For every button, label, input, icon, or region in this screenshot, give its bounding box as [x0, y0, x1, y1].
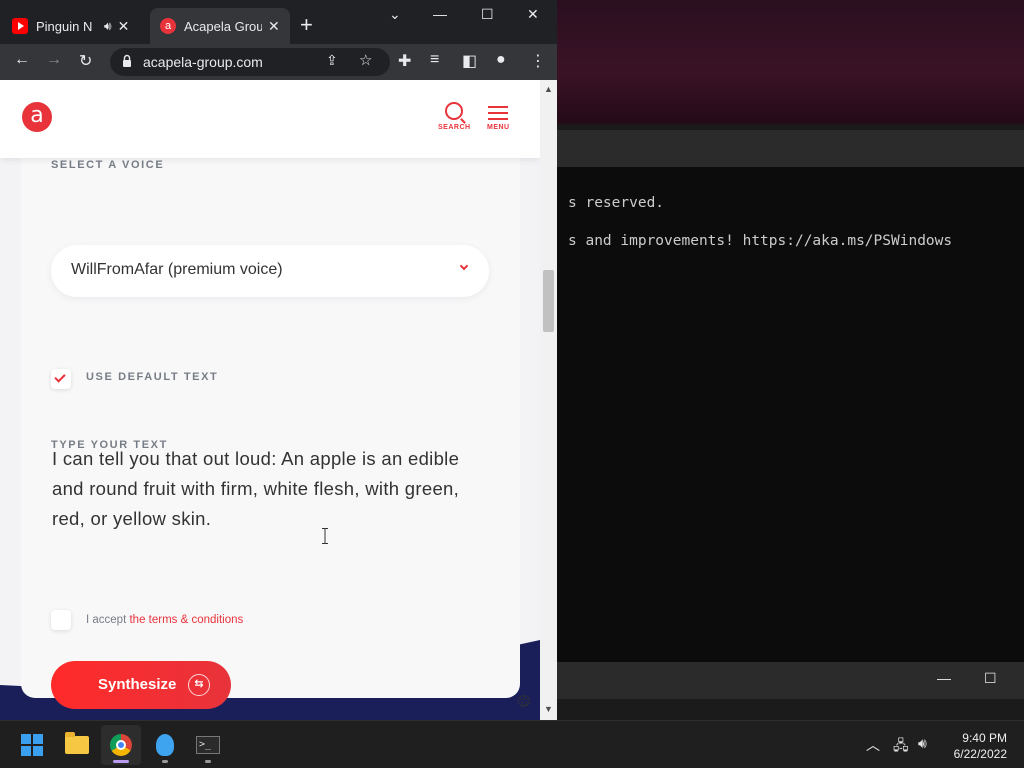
accept-terms-checkbox[interactable] [51, 610, 71, 630]
star-icon[interactable]: ☆ [359, 51, 372, 69]
tips-button[interactable] [145, 725, 185, 765]
forward-icon[interactable]: → [46, 51, 62, 69]
text-input[interactable]: I can tell you that out loud: An apple i… [52, 444, 472, 534]
clock[interactable]: 9:40 PM 6/22/2022 [945, 730, 1007, 762]
tab-youtube[interactable]: Pinguin N 🔊︎ ✕ [12, 8, 148, 44]
browser-window: Pinguin N 🔊︎ ✕ a Acapela Group ✕ + ⌄ — ☐… [0, 0, 557, 720]
file-explorer-button[interactable] [57, 725, 97, 765]
maximize-icon[interactable]: ☐ [481, 6, 494, 23]
hamburger-icon [487, 106, 510, 120]
tab-acapela[interactable]: a Acapela Group ✕ [150, 8, 290, 44]
tab-title: Acapela Group [184, 18, 262, 34]
chrome-icon [110, 734, 132, 756]
acapela-logo[interactable]: a [22, 102, 52, 132]
terminal-line: s and improvements! https://aka.ms/PSWin… [568, 233, 953, 249]
minimize-icon[interactable]: — [433, 6, 447, 22]
accept-prefix: I accept [86, 614, 127, 626]
search-label: SEARCH [438, 124, 471, 131]
lock-icon [123, 54, 131, 67]
tab-title: Pinguin N [36, 18, 93, 34]
check-icon [54, 371, 66, 383]
taskbar: >_ ︿ 🖧︎ 🔊︎ 9:40 PM 6/22/2022 [0, 720, 1024, 768]
voice-select[interactable]: WillFromAfar (premium voice) [51, 245, 489, 297]
synthesize-label: Synthesize [98, 676, 177, 693]
web-page: a SEARCH MENU SELECT A VOICE WillFromAfa… [0, 80, 540, 720]
page-scrollbar[interactable]: ▲ ▼ [540, 80, 557, 720]
terminal-button[interactable]: >_ [188, 725, 228, 765]
terminal-window[interactable]: s reserved. s and improvements! https://… [557, 167, 1024, 662]
site-header: a SEARCH MENU [0, 80, 540, 158]
menu-label: MENU [487, 124, 510, 131]
media-control-icon[interactable]: ≡ [430, 51, 439, 69]
speaker-icon[interactable]: 🔊︎ [104, 19, 112, 34]
active-indicator [113, 760, 129, 763]
running-indicator [162, 760, 168, 763]
terms-link[interactable]: the terms & conditions [129, 614, 243, 626]
close-icon[interactable]: ✕ [118, 18, 130, 35]
back-icon[interactable]: ← [14, 51, 30, 69]
address-bar[interactable]: acapela-group.com ⇪ ☆ [110, 48, 390, 76]
search-button[interactable]: SEARCH [438, 102, 471, 131]
more-menu-icon[interactable]: ⋮ [530, 51, 546, 71]
use-default-checkbox[interactable] [51, 369, 71, 389]
clock-time: 9:40 PM [962, 731, 1007, 745]
voice-select-value: WillFromAfar (premium voice) [71, 261, 283, 278]
terminal-icon: >_ [196, 736, 220, 754]
lightbulb-icon [156, 734, 174, 756]
side-panel-icon[interactable]: ◧ [462, 51, 477, 71]
terminal-bottom-bar: — ☐ [557, 662, 1024, 699]
start-button[interactable] [12, 725, 52, 765]
chrome-button[interactable] [101, 725, 141, 765]
profile-icon[interactable]: ● [496, 51, 506, 69]
new-tab-icon[interactable]: + [300, 14, 313, 36]
minimize-icon[interactable]: — [937, 670, 951, 686]
synthesize-icon: ⇆ [188, 674, 210, 696]
scroll-up-icon[interactable]: ▲ [544, 84, 553, 94]
maximize-icon[interactable]: ☐ [984, 670, 997, 687]
text-cursor-icon [322, 528, 328, 544]
running-indicator [205, 760, 211, 763]
youtube-icon [12, 18, 28, 34]
use-default-label: USE DEFAULT TEXT [86, 371, 219, 383]
share-icon[interactable]: ⇪ [326, 52, 338, 69]
terminal-line: s reserved. [568, 195, 665, 211]
synthesize-button[interactable]: Synthesize ⇆ [51, 661, 231, 709]
windows-icon [21, 734, 43, 756]
chevron-up-icon[interactable]: ︿ [866, 735, 880, 755]
tab-search-icon[interactable]: ⌄ [389, 6, 401, 23]
volume-icon[interactable]: 🔊︎ [918, 735, 927, 752]
reload-icon[interactable]: ↻ [79, 51, 92, 71]
scroll-thumb[interactable] [543, 270, 554, 332]
folder-icon [65, 732, 89, 754]
extensions-icon[interactable]: ✚ [398, 51, 411, 71]
tab-strip: Pinguin N 🔊︎ ✕ a Acapela Group ✕ + ⌄ — ☐… [0, 0, 557, 44]
network-icon[interactable]: 🖧︎ [893, 735, 909, 759]
terminal-titlebar[interactable] [557, 130, 1024, 167]
search-icon [445, 102, 464, 120]
acapela-icon: a [160, 18, 176, 34]
scroll-down-icon[interactable]: ▼ [544, 704, 553, 714]
cookie-icon[interactable]: 🍪︎ [516, 694, 531, 708]
chevron-down-icon [459, 261, 469, 271]
close-window-icon[interactable]: ✕ [527, 6, 539, 23]
clock-date: 6/22/2022 [953, 747, 1007, 761]
tts-form-card: SELECT A VOICE WillFromAfar (premium voi… [21, 140, 520, 709]
menu-button[interactable]: MENU [487, 106, 510, 131]
select-voice-label: SELECT A VOICE [51, 159, 165, 171]
accept-terms-text: I accept the terms & conditions [86, 614, 243, 626]
browser-toolbar: ← → ↻ acapela-group.com ⇪ ☆ ✚ ≡ ◧ ● ⋮ [0, 44, 557, 80]
close-icon[interactable]: ✕ [268, 18, 280, 35]
url-text: acapela-group.com [143, 54, 263, 70]
